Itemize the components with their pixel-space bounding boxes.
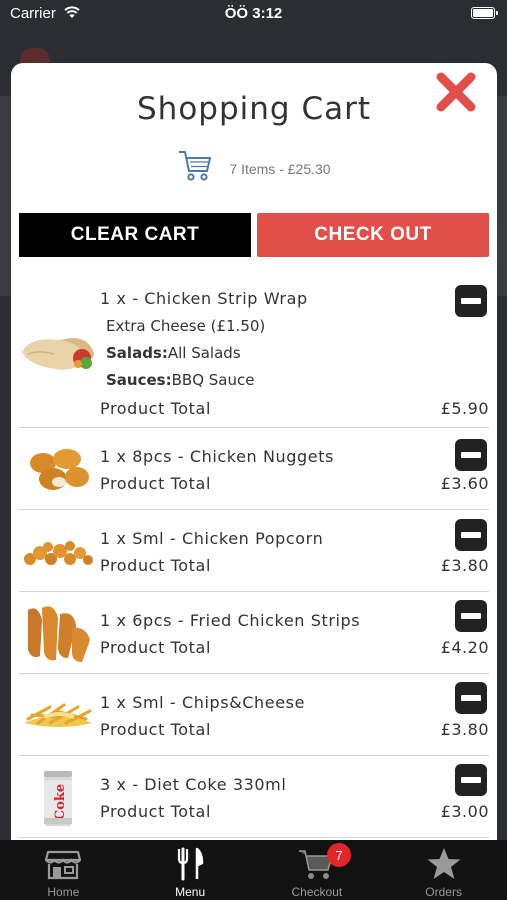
product-total-label: Product Total [100, 638, 212, 657]
product-total-value: £5.90 [440, 399, 489, 418]
item-salads: Salads:All Salads [106, 344, 241, 362]
item-name: 1 x - Chicken Strip Wrap [100, 289, 308, 308]
product-total-label: Product Total [100, 474, 212, 493]
remove-item-button[interactable] [455, 764, 487, 796]
cart-items-list: 1 x - Chicken Strip Wrap Extra Cheese (£… [11, 273, 497, 853]
remove-item-button[interactable] [455, 682, 487, 714]
clock: ÖÖ 3:12 [224, 5, 283, 22]
cart-item: 1 x Sml - Chips&Cheese Product Total £3.… [19, 674, 489, 756]
shopping-cart-modal: Shopping Cart 7 Items - £25.30 CLEAR CAR… [11, 63, 497, 853]
item-extra: Extra Cheese (£1.50) [106, 317, 266, 335]
product-total-value: £4.20 [440, 638, 489, 657]
sauces-label: Sauces: [106, 371, 172, 389]
tab-checkout[interactable]: 7 Checkout [254, 840, 381, 900]
product-total-value: £3.80 [440, 720, 489, 739]
cart-icon [179, 151, 212, 181]
star-icon [424, 847, 464, 881]
item-name: 3 x - Diet Coke 330ml [100, 775, 287, 794]
product-total-value: £3.00 [440, 802, 489, 821]
item-sauces: Sauces:BBQ Sauce [106, 371, 254, 389]
store-icon [43, 847, 83, 881]
tab-orders-label: Orders [425, 885, 462, 899]
strips-image [19, 598, 97, 668]
product-total-label: Product Total [100, 399, 212, 418]
item-name: 1 x 6pcs - Fried Chicken Strips [100, 611, 361, 630]
popcorn-image [19, 522, 97, 580]
modal-title: Shopping Cart [137, 91, 371, 127]
wrap-image [19, 319, 97, 389]
tab-bar: Home Menu 7 Checkout Orders [0, 840, 507, 900]
check-out-button[interactable]: CHECK OUT [257, 213, 489, 257]
tab-orders[interactable]: Orders [380, 840, 507, 900]
status-bar: Carrier ÖÖ 3:12 [0, 0, 507, 28]
cart-item: 1 x 6pcs - Fried Chicken Strips Product … [19, 592, 489, 674]
chips-image [19, 686, 97, 744]
remove-item-button[interactable] [455, 600, 487, 632]
product-total-value: £3.60 [440, 474, 489, 493]
nuggets-image [19, 436, 97, 502]
cart-item: Coke 3 x - Diet Coke 330ml Product Total… [19, 756, 489, 838]
cart-item: 1 x 8pcs - Chicken Nuggets Product Total… [19, 428, 489, 510]
clear-cart-button[interactable]: CLEAR CART [19, 213, 251, 257]
remove-item-button[interactable] [455, 519, 487, 551]
product-total-value: £3.80 [440, 556, 489, 575]
item-name: 1 x Sml - Chips&Cheese [100, 693, 306, 712]
tab-checkout-label: Checkout [291, 885, 343, 899]
tab-menu-label: Menu [175, 885, 206, 899]
product-total-label: Product Total [100, 720, 212, 739]
sauces-value: BBQ Sauce [171, 371, 255, 389]
tab-home[interactable]: Home [0, 840, 127, 900]
fork-knife-icon [170, 847, 210, 881]
coke-can-image: Coke [19, 764, 97, 834]
item-name: 1 x 8pcs - Chicken Nuggets [100, 447, 335, 466]
battery-icon [471, 7, 498, 19]
product-total-label: Product Total [100, 556, 212, 575]
cart-count-badge: 7 [327, 843, 351, 867]
svg-text:Coke: Coke [53, 784, 68, 820]
remove-item-button[interactable] [455, 285, 487, 317]
cart-item: 1 x Sml - Chicken Popcorn Product Total … [19, 510, 489, 592]
tab-home-label: Home [47, 885, 80, 899]
salads-label: Salads: [106, 344, 168, 362]
remove-item-button[interactable] [455, 439, 487, 471]
cart-summary: 7 Items - £25.30 [11, 147, 497, 183]
cart-item: 1 x - Chicken Strip Wrap Extra Cheese (£… [19, 273, 489, 428]
product-total-label: Product Total [100, 802, 212, 821]
item-name: 1 x Sml - Chicken Popcorn [100, 529, 324, 548]
tab-menu[interactable]: Menu [127, 840, 254, 900]
salads-value: All Salads [167, 344, 241, 362]
cart-summary-text: 7 Items - £25.30 [229, 161, 331, 177]
